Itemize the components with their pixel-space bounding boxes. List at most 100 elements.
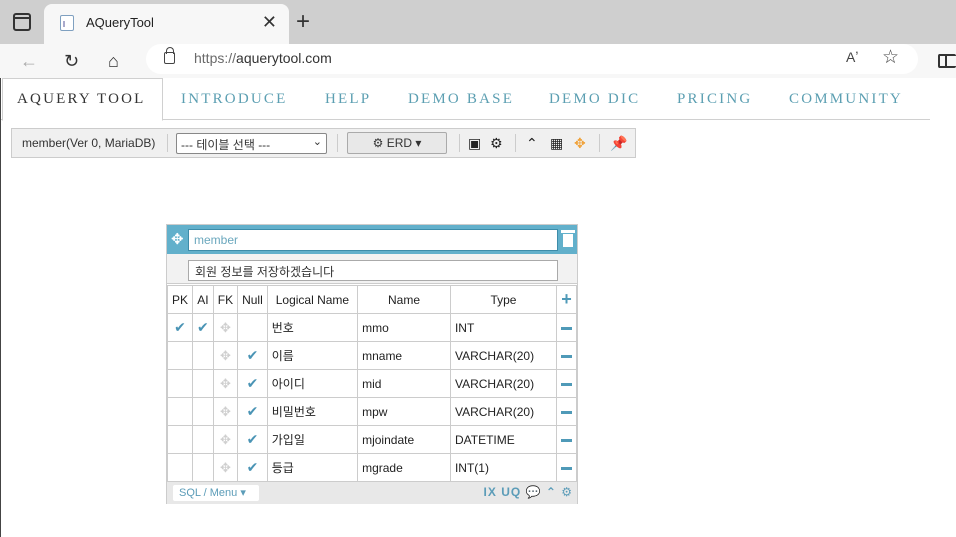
ai-cell[interactable]	[192, 397, 214, 426]
settings-gear-icon[interactable]: ⚙	[490, 134, 503, 152]
favorite-star-icon[interactable]: ☆	[882, 46, 899, 69]
remove-column-button[interactable]	[555, 453, 578, 482]
pk-cell[interactable]	[166, 341, 194, 370]
settings-gear-icon[interactable]: ⚙	[561, 485, 573, 499]
table-row[interactable]: ✥ ✔ 아이디 mid VARCHAR(20)	[166, 369, 578, 398]
home-icon[interactable]: ⌂	[108, 48, 119, 74]
logical-name-cell[interactable]: 이름	[266, 341, 359, 370]
logical-name-cell[interactable]: 번호	[266, 313, 359, 342]
table-row[interactable]: ✥ ✔ 비밀번호 mpw VARCHAR(20)	[166, 397, 578, 426]
pk-cell[interactable]: ✔	[166, 313, 194, 342]
pk-cell[interactable]	[166, 369, 194, 398]
index-unique-label[interactable]: IX UQ	[484, 485, 522, 499]
collapse-up-icon[interactable]: ⌃	[526, 134, 538, 152]
site-nav: AQUERY TOOL INTRODUCE HELP DEMO BASE DEM…	[0, 78, 930, 537]
table-row[interactable]: ✥ ✔ 이름 mname VARCHAR(20)	[166, 341, 578, 370]
ai-cell[interactable]: ✔	[192, 313, 214, 342]
read-aloud-icon[interactable]: Aʼ	[846, 49, 858, 65]
logical-name-cell[interactable]: 비밀번호	[266, 397, 359, 426]
fk-cell[interactable]: ✥	[212, 397, 239, 426]
name-cell[interactable]: mname	[357, 341, 451, 370]
null-cell[interactable]	[237, 313, 268, 342]
grid-icon[interactable]: ▦	[550, 134, 563, 152]
browser-tab[interactable]: AQueryTool ✕	[44, 4, 289, 44]
null-cell[interactable]: ✔	[237, 369, 268, 398]
remove-column-button[interactable]	[555, 369, 578, 398]
check-icon: ✔	[246, 459, 259, 475]
chevron-down-icon: ⌄	[312, 136, 322, 148]
fk-cell[interactable]: ✥	[212, 341, 239, 370]
move-arrows-icon[interactable]: ✥	[574, 134, 586, 152]
pk-cell[interactable]	[166, 425, 194, 454]
remove-column-button[interactable]	[555, 397, 578, 426]
nav-pricing[interactable]: PRICING	[677, 91, 752, 108]
name-cell[interactable]: mjoindate	[357, 425, 451, 454]
pk-cell[interactable]	[166, 453, 194, 482]
logical-name-cell[interactable]: 가입일	[266, 425, 359, 454]
nav-aquery-tool[interactable]: AQUERY TOOL	[17, 91, 146, 108]
remove-column-button[interactable]	[555, 313, 578, 342]
null-cell[interactable]: ✔	[237, 425, 268, 454]
ai-cell[interactable]	[192, 453, 214, 482]
ai-cell[interactable]	[192, 341, 214, 370]
back-icon[interactable]: ←	[20, 48, 38, 74]
table-select[interactable]: --- 테이블 선택 --- ⌄	[176, 133, 327, 154]
fk-cell[interactable]: ✥	[212, 369, 239, 398]
logical-name-cell[interactable]: 아이디	[266, 369, 359, 398]
nav-demo-base[interactable]: DEMO BASE	[408, 91, 514, 108]
minus-icon	[560, 410, 572, 414]
pin-icon[interactable]: 📌	[610, 134, 627, 152]
logical-name-cell[interactable]: 등급	[266, 453, 359, 482]
fk-cell[interactable]: ✥	[212, 453, 239, 482]
toolbar-divider	[167, 134, 168, 152]
name-cell[interactable]: mpw	[357, 397, 451, 426]
fk-cell[interactable]: ✥	[212, 425, 239, 454]
erd-button[interactable]: ⚙ ERD ▾	[347, 132, 447, 154]
lock-icon[interactable]	[164, 47, 175, 64]
new-tab-button[interactable]: +	[296, 9, 310, 35]
comment-icon[interactable]: 💬	[526, 485, 542, 499]
move-arrows-icon: ✥	[219, 403, 231, 419]
table-row[interactable]: ✔ ✔ ✥ 번호 mmo INT	[166, 313, 578, 342]
check-icon: ✔	[246, 375, 259, 391]
tab-actions-icon[interactable]	[13, 13, 31, 31]
null-cell[interactable]: ✔	[237, 341, 268, 370]
type-cell[interactable]: VARCHAR(20)	[449, 341, 557, 370]
name-cell[interactable]: mid	[357, 369, 451, 398]
type-cell[interactable]: VARCHAR(20)	[449, 369, 557, 398]
add-column-button[interactable]: +	[555, 285, 578, 314]
split-screen-icon[interactable]	[938, 54, 956, 68]
fk-cell[interactable]: ✥	[212, 313, 239, 342]
table-row[interactable]: ✥ ✔ 가입일 mjoindate DATETIME	[166, 425, 578, 454]
name-cell[interactable]: mmo	[357, 313, 451, 342]
type-cell[interactable]: DATETIME	[449, 425, 557, 454]
nav-demo-dic[interactable]: DEMO DIC	[549, 91, 640, 108]
collapse-up-icon[interactable]: ⌃	[546, 485, 557, 499]
nav-community[interactable]: COMMUNITY	[789, 91, 903, 108]
url-host: aquerytool.com	[236, 50, 332, 66]
type-cell[interactable]: INT	[449, 313, 557, 342]
null-cell[interactable]: ✔	[237, 453, 268, 482]
remove-column-button[interactable]	[555, 425, 578, 454]
url-field[interactable]: https://aquerytool.com Aʼ ☆	[146, 44, 918, 74]
move-arrows-icon[interactable]: ✥	[171, 230, 184, 248]
nav-help[interactable]: HELP	[325, 91, 371, 108]
nav-introduce[interactable]: INTRODUCE	[181, 91, 287, 108]
remove-column-button[interactable]	[555, 341, 578, 370]
table-entity[interactable]: ✥ member 회원 정보를 저장하겠습니다 PK AI FK Null Lo…	[166, 224, 578, 504]
trash-icon[interactable]	[561, 230, 575, 247]
pk-cell[interactable]	[166, 397, 194, 426]
tab-close-icon[interactable]: ✕	[262, 12, 277, 32]
reload-icon[interactable]: ↻	[64, 48, 79, 74]
name-cell[interactable]: mgrade	[357, 453, 451, 482]
type-cell[interactable]: INT(1)	[449, 453, 557, 482]
null-cell[interactable]: ✔	[237, 397, 268, 426]
table-name-input[interactable]: member	[188, 229, 558, 251]
type-cell[interactable]: VARCHAR(20)	[449, 397, 557, 426]
ai-cell[interactable]	[192, 369, 214, 398]
ai-cell[interactable]	[192, 425, 214, 454]
save-icon[interactable]: ▣	[468, 134, 481, 152]
sql-menu-button[interactable]: SQL / Menu ▾	[173, 485, 259, 501]
table-comment-input[interactable]: 회원 정보를 저장하겠습니다	[188, 260, 558, 281]
table-row[interactable]: ✥ ✔ 등급 mgrade INT(1)	[166, 453, 578, 482]
